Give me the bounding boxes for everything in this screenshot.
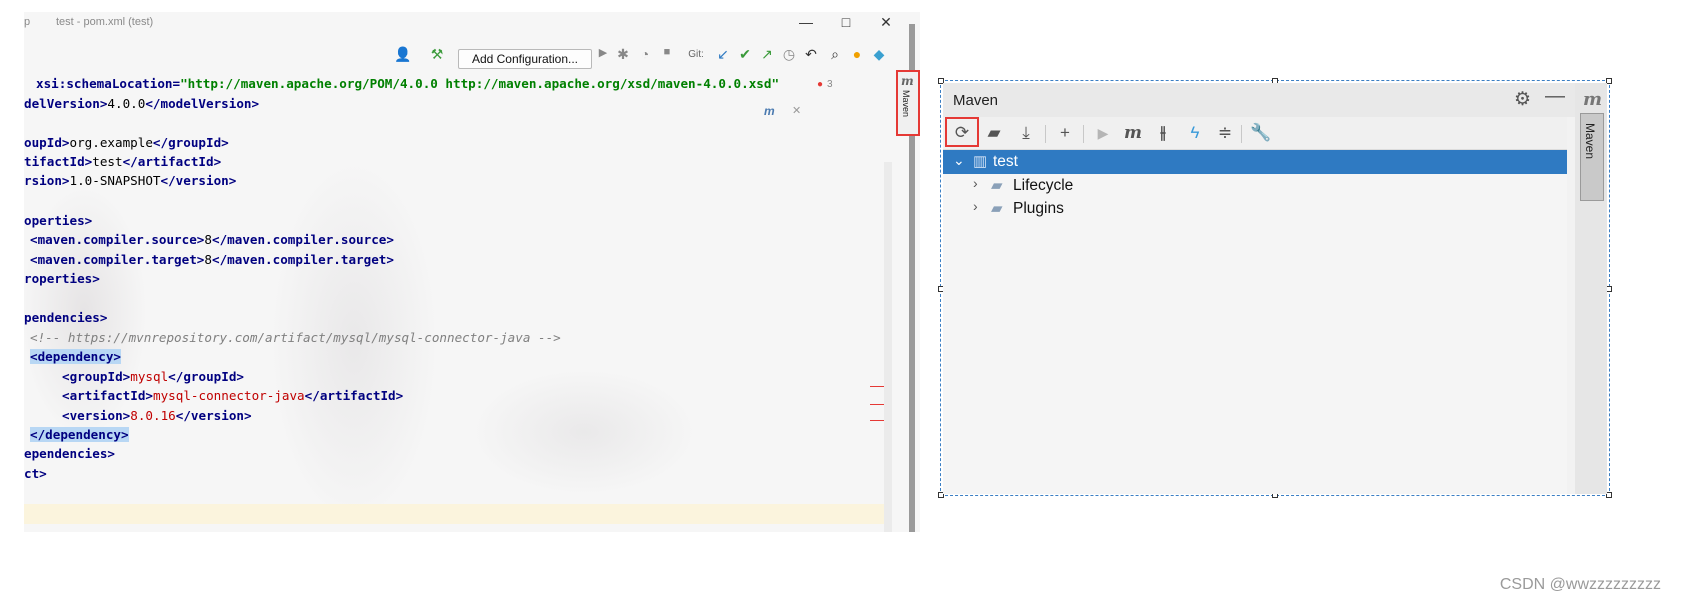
coverage-icon[interactable]: ◔ [636, 46, 654, 62]
execute-goal-icon[interactable]: m [1121, 122, 1145, 144]
minimize-button[interactable]: — [796, 14, 816, 30]
toolbar-separator [1241, 125, 1242, 143]
hide-icon[interactable]: — [1545, 85, 1565, 108]
maven-reload-hint-icon[interactable]: m [764, 104, 775, 118]
chevron-down-icon[interactable]: ⌄ [953, 152, 965, 169]
editor-scrollbar[interactable] [884, 162, 892, 532]
code-line: tifactId>test</artifactId> [24, 154, 222, 169]
title-bar: p test - pom.xml (test) — □ ✕ [24, 12, 920, 34]
chevron-right-icon[interactable]: › [973, 175, 978, 191]
error-stripe-marker[interactable] [870, 420, 884, 421]
maven-toolbar: ⟳ ▰ ⤓ + ▶ m ⫲ ϟ ≑ 🔧 [943, 117, 1567, 150]
stop-icon[interactable]: ■ [658, 46, 676, 58]
folder-gear-icon: ▰ [991, 177, 1003, 194]
code-line: pendencies> [24, 310, 108, 325]
maven-m-icon: m [901, 74, 914, 88]
code-line: </dependency> [30, 427, 129, 442]
code-line: <maven.compiler.source>8</maven.compiler… [30, 232, 394, 247]
window-title: test - pom.xml (test) [56, 16, 154, 28]
code-line: <groupId>mysql</groupId> [62, 369, 244, 384]
tree-item-lifecycle[interactable]: › ▰ Lifecycle [943, 174, 1567, 198]
gear-icon[interactable]: ⚙ [1514, 88, 1531, 111]
code-line: xsi:schemaLocation="http://maven.apache.… [36, 76, 780, 91]
code-line: operties> [24, 213, 93, 228]
tree-item-test[interactable]: ⌄ ▥ test [943, 150, 1567, 174]
close-button[interactable]: ✕ [876, 14, 896, 31]
current-line-highlight [24, 504, 884, 524]
watermark: CSDN @wwzzzzzzzzz [1499, 576, 1661, 593]
maven-tool-tab[interactable]: m Maven [896, 70, 920, 136]
updates-icon[interactable]: ● [848, 46, 866, 62]
add-configuration-button[interactable]: Add Configuration... [458, 49, 592, 69]
code-line: rsion>1.0-SNAPSHOT</version> [24, 173, 237, 188]
git-label: Git: [688, 49, 704, 60]
settings-wrench-icon[interactable]: 🔧 [1249, 122, 1273, 144]
code-line: <maven.compiler.target>8</maven.compiler… [30, 252, 394, 267]
user-icon[interactable]: 👤 [394, 46, 412, 63]
maven-header: Maven ⚙ — [943, 83, 1607, 117]
git-push-icon[interactable]: ↗ [758, 46, 776, 63]
code-editor[interactable]: xsi:schemaLocation="http://maven.apache.… [24, 76, 884, 532]
search-icon[interactable]: ⌕ [826, 46, 844, 63]
plugin-icon[interactable]: ◆ [870, 46, 888, 63]
code-comment: <!-- https://mvnrepository.com/artifact/… [30, 330, 561, 345]
error-stripe-marker[interactable] [870, 404, 884, 405]
error-stripe-marker[interactable] [870, 386, 884, 387]
code-line: <version>8.0.16</version> [62, 408, 252, 423]
warning-icon[interactable]: ● [817, 79, 823, 90]
chevron-right-icon[interactable]: › [973, 198, 978, 214]
hint-close-icon[interactable]: ✕ [792, 104, 801, 117]
app-menu-fragment: p [24, 16, 31, 28]
reload-icon[interactable]: ⟳ [950, 122, 974, 144]
code-line: delVersion>4.0.0</modelVersion> [24, 96, 260, 111]
debug-icon[interactable]: ✱ [614, 46, 632, 63]
project-tree: ⌄ ▥ test › ▰ Lifecycle › ▰ Plugins [943, 150, 1567, 494]
code-line: oupId>org.example</groupId> [24, 135, 229, 150]
code-line: <artifactId>mysql-connector-java</artifa… [62, 388, 404, 403]
maven-tab-label: Maven [901, 90, 911, 118]
add-icon[interactable]: + [1053, 122, 1077, 144]
run-icon[interactable]: ▶ [1091, 122, 1115, 144]
git-update-icon[interactable]: ↙ [714, 46, 732, 63]
code-line: ependencies> [24, 446, 115, 461]
tree-item-label: Plugins [1013, 200, 1064, 217]
folder-gear-icon: ▰ [991, 200, 1003, 217]
tree-item-label: Lifecycle [1013, 177, 1074, 194]
code-line: <dependency> [30, 349, 121, 364]
tree-item-label: test [993, 153, 1018, 170]
history-icon[interactable]: ◷ [780, 46, 798, 63]
ide-window: p test - pom.xml (test) — □ ✕ 👤 ⚒ ▶ ✱ ◔ … [24, 12, 920, 532]
maximize-button[interactable]: □ [836, 14, 856, 30]
maven-side-tab-label: Maven [1583, 123, 1597, 160]
code-line: roperties> [24, 271, 100, 286]
tree-item-plugins[interactable]: › ▰ Plugins [943, 197, 1567, 221]
code-line: ct> [24, 466, 47, 481]
warning-count: 3 [827, 79, 833, 90]
toolbar-separator [1083, 125, 1084, 143]
rollback-icon[interactable]: ↶ [802, 46, 820, 63]
download-icon[interactable]: ⤓ [1014, 122, 1038, 144]
run-icon[interactable]: ▶ [594, 46, 612, 59]
build-hammer-icon[interactable]: ⚒ [428, 46, 446, 63]
maven-m-icon: m [1583, 89, 1603, 110]
toggle-offline-icon[interactable]: ⫲ [1151, 122, 1175, 144]
skip-tests-icon[interactable]: ϟ [1183, 122, 1207, 144]
collapse-icon[interactable]: ≑ [1213, 122, 1237, 144]
generate-sources-icon[interactable]: ▰ [982, 122, 1006, 144]
toolbar-separator [1045, 125, 1046, 143]
maven-title: Maven [953, 92, 999, 109]
maven-tool-window: Maven ⚙ — ⟳ ▰ ⤓ + ▶ m ⫲ ϟ ≑ 🔧 ⌄ ▥ test ›… [943, 83, 1607, 494]
maven-project-icon: ▥ [973, 153, 988, 170]
git-commit-icon[interactable]: ✔ [736, 46, 754, 63]
